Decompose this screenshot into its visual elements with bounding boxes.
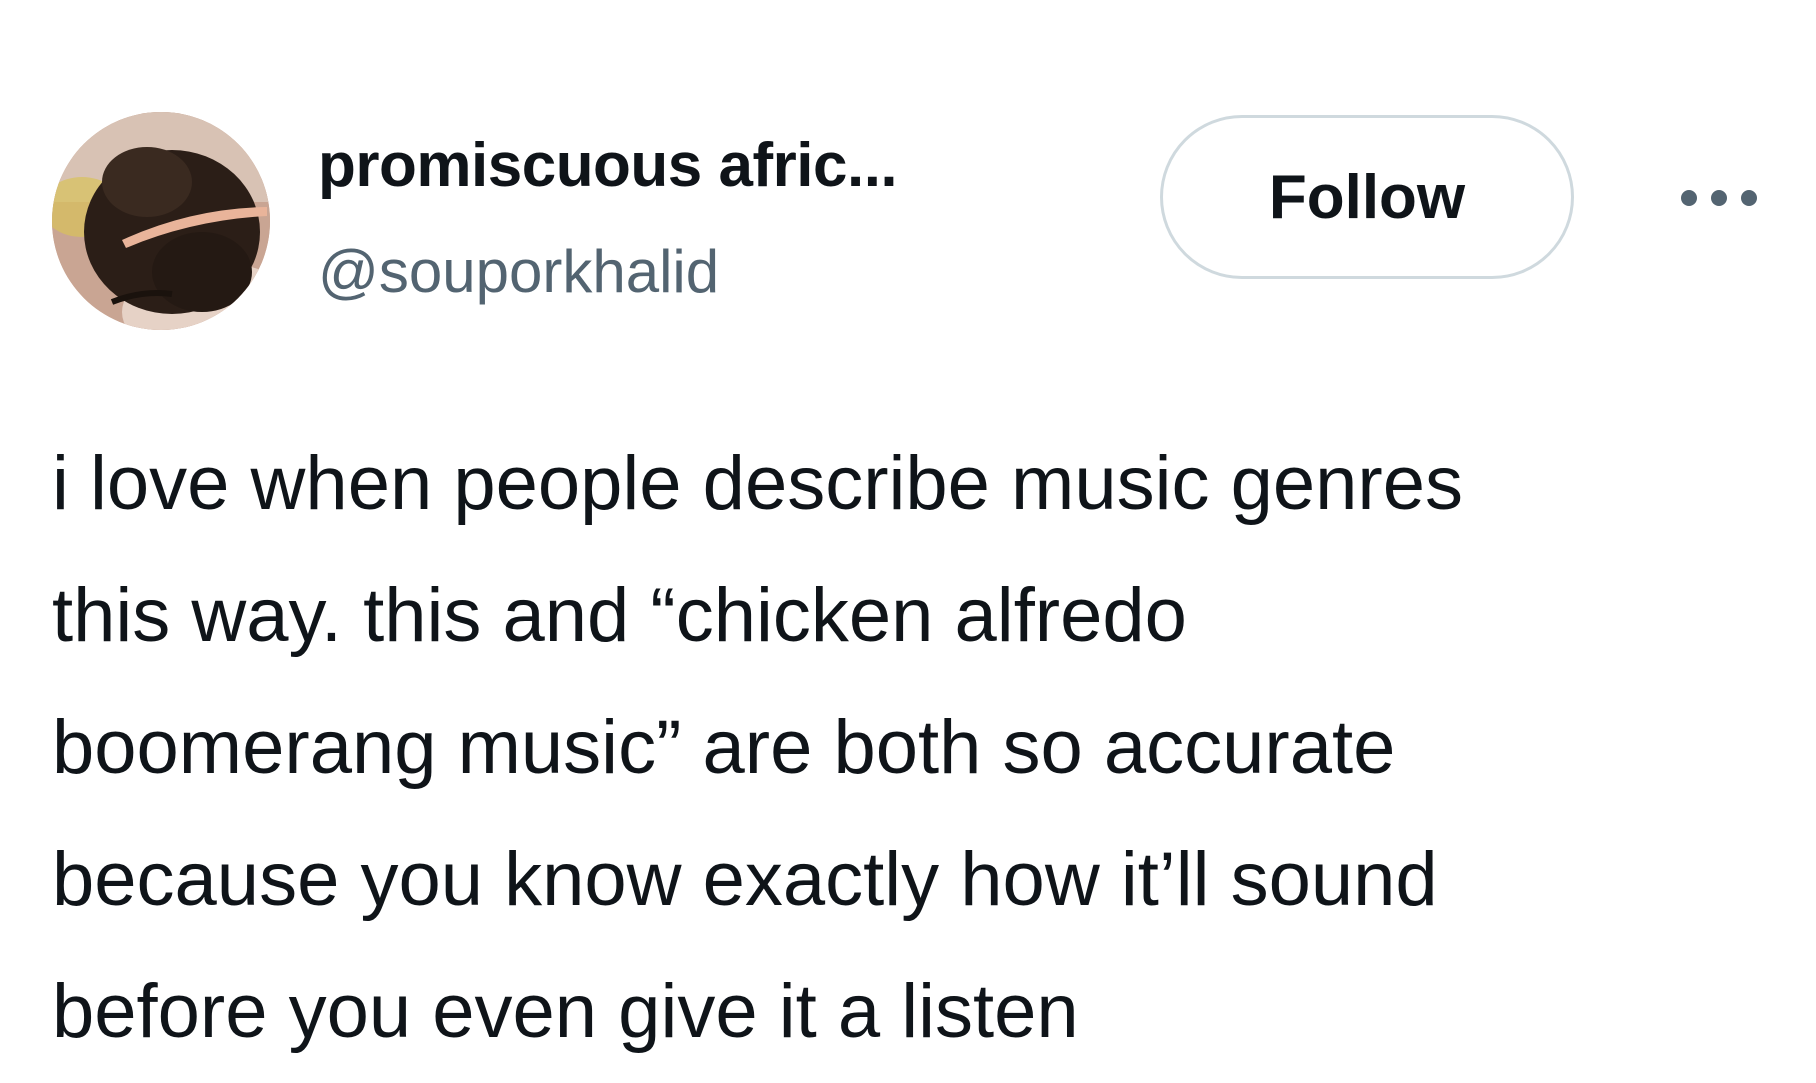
tweet-text-line: because you know exactly how it’ll sound — [52, 837, 1438, 922]
author-display-name[interactable]: promiscuous afric... — [318, 130, 898, 202]
tweet-card: promiscuous afric... @souporkhalid Follo… — [0, 0, 1816, 1083]
tweet-text-line: i love when people describe music genres — [52, 441, 1464, 526]
tweet-text-line: boomerang music” are both so accurate — [52, 705, 1396, 790]
more-horizontal-icon — [1681, 190, 1757, 206]
tweet-text-line: this way. this and “chicken alfredo — [52, 573, 1187, 658]
tweet-text: i love when people describe music genres… — [52, 418, 1792, 1078]
more-options-button[interactable] — [1672, 168, 1766, 228]
author-handle[interactable]: @souporkhalid — [318, 237, 719, 307]
avatar-image — [52, 112, 270, 330]
avatar[interactable] — [52, 112, 270, 330]
follow-button[interactable]: Follow — [1160, 115, 1574, 279]
tweet-text-line: before you even give it a listen — [52, 969, 1079, 1054]
